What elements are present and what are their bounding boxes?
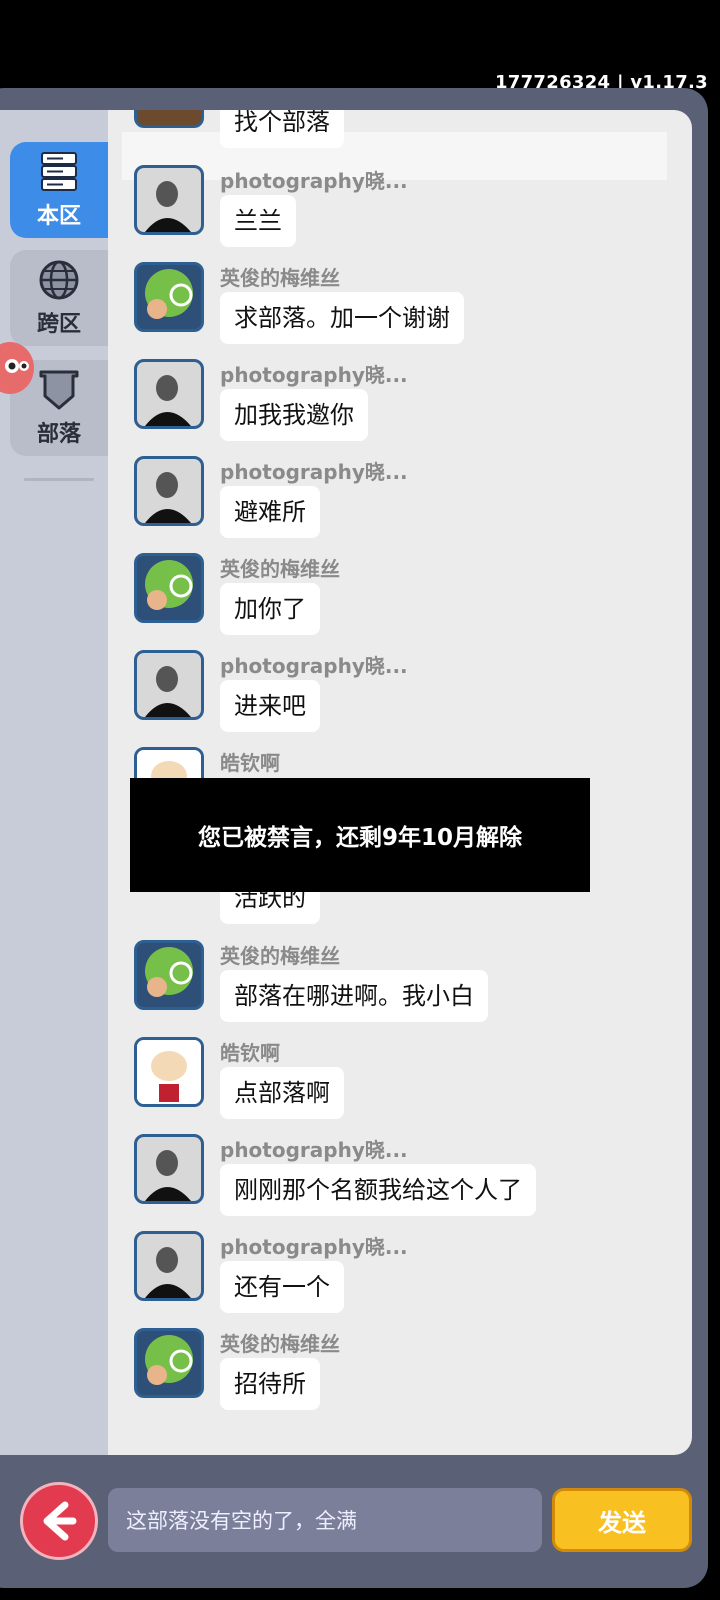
server-icon <box>41 152 77 191</box>
photo-person-icon <box>137 1137 201 1201</box>
sender-name: photography晓... <box>220 460 408 484</box>
send-button[interactable]: 发送 <box>552 1488 692 1552</box>
photo-person-icon <box>137 1234 201 1298</box>
photo-person-icon <box>137 168 201 232</box>
tab-local-server[interactable]: 本区 <box>10 142 108 238</box>
photo-person-icon <box>137 653 201 717</box>
avatar[interactable] <box>134 165 204 235</box>
channel-sidebar: 本区 跨区 部落 <box>0 110 108 1455</box>
message-bubble: 避难所 <box>220 486 320 538</box>
sender-name: 英俊的梅维丝 <box>220 1332 340 1356</box>
sender-name: photography晓... <box>220 1235 408 1259</box>
message-bubble: 加我我邀你 <box>220 389 368 441</box>
green-helmet-icon <box>145 269 193 319</box>
message-bubble: 部落在哪进啊。我小白 <box>220 970 488 1022</box>
sender-name: 英俊的梅维丝 <box>220 557 340 581</box>
photo-person-icon <box>137 459 201 523</box>
sender-name: photography晓... <box>220 654 408 678</box>
avatar[interactable] <box>134 1328 204 1398</box>
avatar[interactable] <box>134 1231 204 1301</box>
message-bubble: 进来吧 <box>220 680 320 732</box>
avatar[interactable] <box>134 359 204 429</box>
tab-label: 部落 <box>36 422 81 447</box>
green-helmet-icon <box>145 947 193 997</box>
back-arrow-icon <box>43 1501 77 1541</box>
message-input-bar: 发送 <box>0 1470 720 1580</box>
photo-person-icon <box>137 362 201 426</box>
avatar[interactable] <box>134 1037 204 1107</box>
shield-icon <box>39 370 79 410</box>
cartoon-baby-icon <box>137 1040 201 1104</box>
avatar[interactable] <box>134 456 204 526</box>
sender-name: 皓钦啊 <box>220 1041 280 1065</box>
sender-name: 皓钦啊 <box>220 751 280 775</box>
sender-name: 英俊的梅维丝 <box>220 266 340 290</box>
tab-label: 本区 <box>36 204 81 229</box>
message-bubble: 招待所 <box>220 1358 320 1410</box>
message-bubble: 求部落。加一个谢谢 <box>220 292 464 344</box>
message-bubble: 兰兰 <box>220 195 296 247</box>
back-button[interactable] <box>20 1482 98 1560</box>
avatar[interactable] <box>134 110 204 128</box>
pet-mascot-icon[interactable] <box>0 330 36 400</box>
sender-name: 英俊的梅维丝 <box>220 944 340 968</box>
message-bubble: 还有一个 <box>220 1261 344 1313</box>
sender-name: photography晓... <box>220 1138 408 1162</box>
sender-name: photography晓... <box>220 363 408 387</box>
avatar[interactable] <box>134 262 204 332</box>
avatar[interactable] <box>134 553 204 623</box>
message-bubble: 刚刚那个名额我给这个人了 <box>220 1164 536 1216</box>
green-helmet-icon <box>145 560 193 610</box>
message-bubble: 点部落啊 <box>220 1067 344 1119</box>
globe-icon <box>39 260 79 300</box>
avatar[interactable] <box>134 650 204 720</box>
tab-label: 跨区 <box>36 312 81 337</box>
mute-notice-toast: 您已被禁言，还剩9年10月解除 <box>130 778 590 892</box>
avatar[interactable] <box>134 1134 204 1204</box>
message-bubble: 加你了 <box>220 583 320 635</box>
sender-name: photography晓... <box>220 169 408 193</box>
green-helmet-icon <box>145 1335 193 1385</box>
top-status-area <box>0 0 720 72</box>
sidebar-divider <box>24 478 94 481</box>
chat-input[interactable] <box>108 1488 542 1552</box>
avatar[interactable] <box>134 940 204 1010</box>
